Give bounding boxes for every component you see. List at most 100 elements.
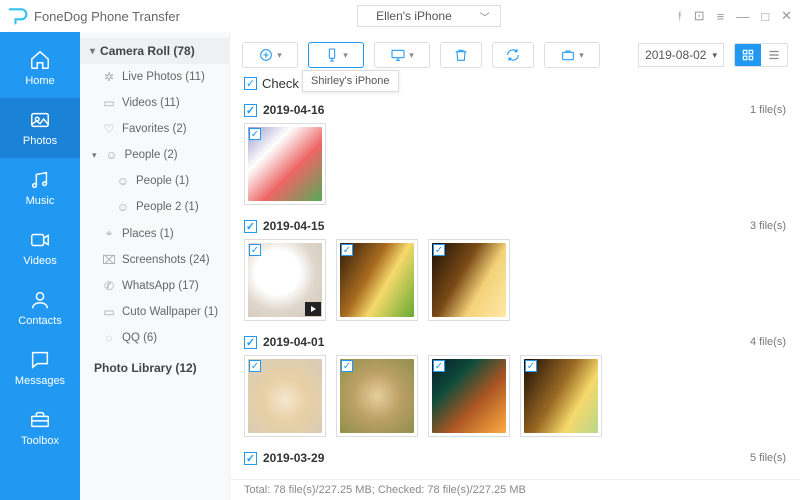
group-checkbox[interactable]: ✓ [244,452,257,465]
chevron-down-icon: ▾ [579,50,584,61]
caret-down-icon: ▾ [712,50,717,61]
photo-thumbnail[interactable]: ✓ [520,355,602,437]
help-icon[interactable]: ⊡ [694,8,705,24]
album-icon: ⌖ [102,226,116,241]
album-sidebar: ▾ Camera Roll (78) ✲Live Photos (11) ▭ Vid… [80,32,230,500]
sidebar-item-label: Videos (11) [122,97,180,109]
thumbnail-row: ✓ [244,123,786,213]
album-icon: ▭ [102,305,116,319]
sidebar-item[interactable]: ♡Favorites (2) [80,116,229,142]
date-group-header: ✓ 2019-04-15 3 file(s) [244,213,786,239]
nav-home[interactable]: Home [0,38,80,98]
sidebar-item[interactable]: ▾☺People (2) [80,142,229,168]
group-file-count: 4 file(s) [750,336,786,348]
album-icon: ☺ [105,148,119,162]
thumbnail-checkbox[interactable]: ✓ [433,244,445,256]
nav-messages[interactable]: Messages [0,338,80,398]
list-icon [767,48,781,62]
sidebar-item[interactable]: ◌QQ (6) [80,325,229,351]
refresh-icon [505,47,521,63]
minimize-icon[interactable]: — [736,9,749,24]
toolbar: ▾ ▾ ▾ ▾ 2019-08-02 ▾ [230,32,800,74]
nav-music[interactable]: Music [0,158,80,218]
sidebar-item[interactable]: ✲Live Photos (11) [80,64,229,90]
nav-contacts[interactable]: Contacts [0,278,80,338]
sidebar-item-label: Screenshots (24) [122,254,210,266]
sidebar-item[interactable]: ☺People (1) [80,168,229,194]
sidebar-item[interactable]: ⌧ Screenshots (24) [80,247,229,273]
check-all-checkbox[interactable]: ✓ [244,77,257,90]
date-filter[interactable]: 2019-08-02 ▾ [638,43,724,67]
sidebar-item[interactable]: ✆WhatsApp (17) [80,273,229,299]
sidebar-item[interactable]: ☺ People 2 (1) [80,194,229,220]
device-selector[interactable]: Ellen's iPhone ﹀ [357,5,501,27]
chevron-down-icon: ▾ [409,50,414,61]
grid-icon [741,48,755,62]
thumbnail-checkbox[interactable]: ✓ [341,244,353,256]
contacts-icon [29,289,51,311]
list-view-button[interactable] [761,44,787,66]
photo-groups-scroll[interactable]: ✓2019-04-161 file(s)✓✓2019-04-153 file(s… [230,97,800,479]
sidebar-item-label: Places (1) [122,228,174,240]
thumbnail-row: ✓ ✓ ✓ ✓ [244,355,786,445]
photo-thumbnail[interactable]: ✓ [428,355,510,437]
group-file-count: 3 file(s) [750,220,786,232]
grid-view-button[interactable] [735,44,761,66]
sidebar-item-label: WhatsApp (17) [122,280,199,292]
sidebar-photo-library[interactable]: Photo Library (12) [80,351,229,381]
home-icon [29,49,51,71]
photo-thumbnail[interactable]: ✓ [244,239,326,321]
sidebar-item-label: Live Photos (11) [122,71,205,83]
group-date: 2019-03-29 [263,451,324,465]
album-icon: ◌ [102,331,116,345]
sidebar-group-camera-roll[interactable]: ▾ Camera Roll (78) [80,38,229,64]
date-group-header: ✓2019-04-161 file(s) [244,97,786,123]
nav-photos[interactable]: Photos [0,98,80,158]
album-icon: ☺ [116,200,130,214]
thumbnail-checkbox[interactable]: ✓ [525,360,537,372]
thumbnail-checkbox[interactable]: ✓ [433,360,445,372]
menu-icon[interactable]: ≡ [717,9,725,24]
nav-toolbox[interactable]: Toolbox [0,398,80,458]
thumbnail-checkbox[interactable]: ✓ [249,244,261,256]
refresh-button[interactable] [492,42,534,68]
sidebar-item[interactable]: ⌖ Places (1) [80,220,229,247]
chevron-down-icon: ▾ [90,46,95,57]
thumbnail-checkbox[interactable]: ✓ [249,128,261,140]
nav-videos[interactable]: Videos [0,218,80,278]
maximize-icon[interactable]: □ [761,9,769,24]
chevron-down-icon: ﹀ [480,9,490,24]
feedback-icon[interactable]: 𝔣 [678,8,682,24]
photo-thumbnail[interactable]: ✓ [244,355,326,437]
photo-thumbnail[interactable]: ✓ [244,123,326,205]
group-checkbox[interactable]: ✓ [244,104,257,117]
sidebar-item[interactable]: ▭ Videos (11) [80,90,229,116]
add-button[interactable]: ▾ [242,42,298,68]
group-checkbox[interactable]: ✓ [244,220,257,233]
toolbox-button[interactable]: ▾ [544,42,600,68]
album-icon: ⌧ [102,253,116,267]
group-date: 2019-04-16 [263,103,324,117]
delete-button[interactable] [440,42,482,68]
content-area: ▾ ▾ ▾ ▾ 2019-08-02 ▾ [230,32,800,500]
thumbnail-checkbox[interactable]: ✓ [249,360,261,372]
export-to-pc-button[interactable]: ▾ [374,42,430,68]
sidebar-item[interactable]: ▭ Cuto Wallpaper (1) [80,299,229,325]
app-logo-icon [8,6,28,26]
album-icon: ▭ [102,96,116,110]
photos-icon [29,109,51,131]
group-date: 2019-04-01 [263,335,324,349]
group-checkbox[interactable]: ✓ [244,336,257,349]
phone-transfer-icon [324,47,340,63]
photo-thumbnail[interactable]: ✓ [336,239,418,321]
photo-thumbnail[interactable]: ✓ [336,355,418,437]
close-icon[interactable]: ✕ [781,8,792,24]
briefcase-icon [560,47,576,63]
transfer-to-device-button[interactable]: ▾ [308,42,364,68]
photo-thumbnail[interactable]: ✓ [428,239,510,321]
sidebar-item-label: Cuto Wallpaper (1) [122,306,218,318]
group-date: 2019-04-15 [263,219,324,233]
window-buttons: 𝔣 ⊡ ≡ — □ ✕ [678,8,792,24]
thumbnail-checkbox[interactable]: ✓ [341,360,353,372]
sidebar-item-label: People 2 (1) [136,201,199,213]
